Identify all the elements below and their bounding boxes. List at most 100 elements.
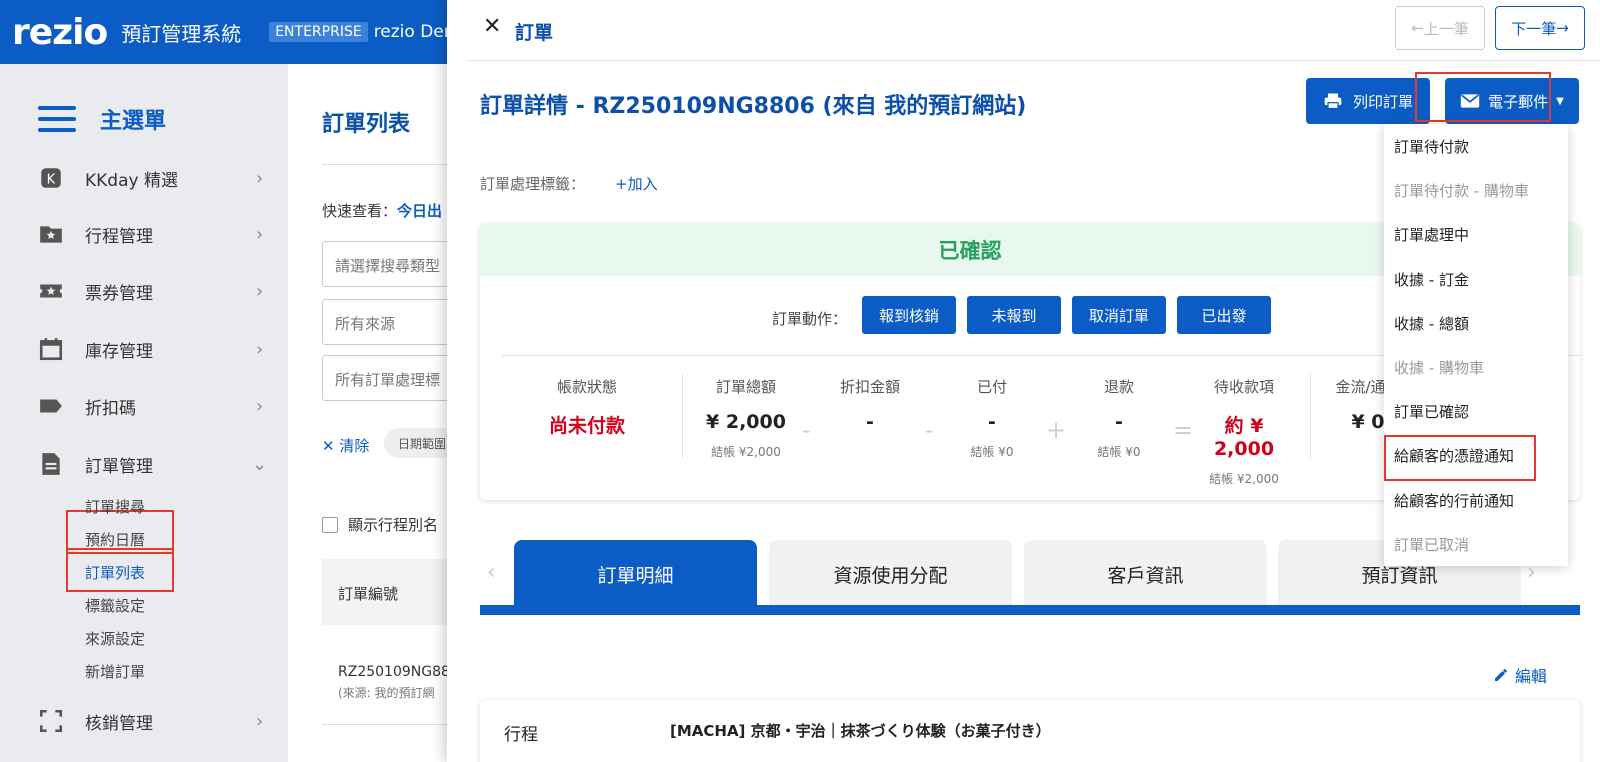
tab-scroll-left-icon[interactable]: ‹	[487, 560, 496, 585]
sidebar-item-discount[interactable]: 折扣碼 ›	[0, 386, 288, 426]
paid-value: -	[988, 411, 996, 433]
brand-logo[interactable]: rezio	[12, 12, 108, 53]
hamburger-icon[interactable]	[38, 106, 76, 132]
tab-order-details[interactable]: 訂單明細	[514, 540, 757, 608]
quick-view: 快速查看：今日出	[322, 200, 442, 221]
highlight-box	[1415, 72, 1551, 122]
edit-button[interactable]: 編輯	[1493, 663, 1547, 687]
sidebar-item-label: 核銷管理	[85, 713, 153, 734]
table-header-order-no: 訂單編號	[322, 559, 462, 625]
sidebar-item-tickets[interactable]: 票券管理 ›	[0, 271, 288, 311]
check-in-button[interactable]: 報到核銷	[862, 296, 956, 334]
sidebar-item-label: 訂單管理	[85, 456, 153, 477]
next-order-button[interactable]: 下一筆 →	[1495, 6, 1585, 50]
folder-star-icon	[40, 226, 62, 243]
discount-label: 折扣金額	[839, 378, 900, 396]
chevron-right-icon: ›	[256, 710, 264, 732]
divider	[467, 60, 1600, 61]
menu-item-processing[interactable]: 訂單處理中	[1394, 224, 1469, 245]
minus-sign: -	[802, 416, 811, 444]
checkbox-box[interactable]	[322, 516, 338, 533]
sidebar-item-label: 行程管理	[85, 226, 153, 247]
total-value: ¥ 2,000	[706, 411, 786, 433]
order-list-panel: 訂單列表 快速查看：今日出 請選擇搜尋類型 所有來源 所有訂單處理標 ✕ 清除 …	[288, 64, 464, 762]
order-detail-card: 行程 [MACHA] 京都・宇治｜抹茶づくり体験（お菓子付き）	[480, 700, 1580, 762]
menu-item-receipt-deposit[interactable]: 收據 - 訂金	[1394, 269, 1469, 290]
plus-sign: +	[1046, 416, 1067, 444]
refund-value: -	[1115, 411, 1123, 433]
divider	[1310, 374, 1311, 458]
departed-button[interactable]: 已出發	[1177, 296, 1271, 334]
chevron-right-icon: ›	[256, 280, 264, 302]
equals-sign: =	[1173, 416, 1194, 444]
row-source: (來源: 我的預訂網	[338, 686, 435, 700]
pencil-icon	[1495, 669, 1507, 681]
sidebar-item-kkday[interactable]: K KKday 精選 ›	[0, 158, 288, 198]
sidebar-item-trips[interactable]: 行程管理 ›	[0, 214, 288, 254]
divider	[322, 724, 462, 725]
divider	[322, 164, 452, 165]
print-order-button[interactable]: 列印訂單	[1306, 78, 1430, 124]
discount: 折扣金額 -	[830, 376, 910, 433]
kkday-icon: K	[41, 168, 61, 188]
svg-text:K: K	[47, 172, 56, 187]
sidebar-item-orders[interactable]: 訂單管理 ⌄	[0, 444, 288, 484]
table-row[interactable]: RZ250109NG88 (來源: 我的預訂網	[338, 664, 450, 701]
add-tag-button[interactable]: +加入	[615, 173, 658, 194]
divider	[682, 374, 683, 458]
sub-item-source-settings[interactable]: 來源設定	[85, 628, 145, 649]
cancel-order-button[interactable]: 取消訂單	[1072, 296, 1166, 334]
tab-resource-allocation[interactable]: 資源使用分配	[769, 540, 1012, 608]
paid: 已付 - 結帳 ¥0	[958, 376, 1026, 460]
pending-label: 待收款項	[1213, 378, 1274, 396]
menu-item-receipt-total[interactable]: 收據 - 總額	[1394, 313, 1469, 334]
menu-item-order-cancelled: 訂單已取消	[1394, 536, 1470, 554]
sidebar-item-inventory[interactable]: 庫存管理 ›	[0, 329, 288, 369]
arrow-left-icon: ←	[1411, 19, 1424, 37]
no-show-button[interactable]: 未報到	[967, 296, 1061, 334]
tab-customer-info[interactable]: 客戶資訊	[1024, 540, 1267, 608]
search-type-select[interactable]: 請選擇搜尋類型	[322, 241, 462, 287]
sidebar-item-label: KKday 精選	[85, 170, 178, 191]
order-detail-title: 訂單詳情 - RZ250109NG8806 (來自 我的預訂網站)	[480, 94, 1027, 119]
chevron-right-icon: ›	[256, 223, 264, 245]
arrow-right-icon: →	[1556, 19, 1569, 37]
highlight-box	[66, 548, 174, 592]
prev-order-button[interactable]: ← 上一筆	[1395, 6, 1485, 50]
row-order-no[interactable]: RZ250109NG88	[338, 664, 450, 680]
menu-item-pretrip-notice[interactable]: 給顧客的行前通知	[1394, 490, 1514, 511]
highlight-box	[1384, 435, 1536, 481]
chevron-down-icon: ⌄	[252, 453, 268, 475]
order-drawer: ✕ 訂單 ← 上一筆 下一筆 → 訂單詳情 - RZ250109NG8806 (…	[447, 0, 1600, 762]
close-icon[interactable]: ✕	[483, 14, 501, 39]
pending-amount: 待收款項 約 ¥ 2,000 結帳 ¥2,000	[1192, 376, 1296, 487]
clear-filter-button[interactable]: ✕ 清除	[322, 435, 369, 456]
app-title: 預訂管理系統	[121, 21, 242, 46]
scan-icon	[39, 709, 63, 733]
sub-item-order-search[interactable]: 訂單搜尋	[85, 496, 145, 517]
payment-status-value: 尚未付款	[548, 415, 625, 437]
source-select[interactable]: 所有來源	[322, 299, 462, 345]
quick-view-label: 快速查看：	[322, 202, 398, 220]
menu-item-order-confirmed[interactable]: 訂單已確認	[1394, 401, 1469, 422]
tag-label: 訂單處理標籤：	[480, 175, 586, 193]
quick-view-link[interactable]: 今日出	[397, 202, 442, 220]
menu-item-pending-payment[interactable]: 訂單待付款	[1394, 136, 1469, 157]
sub-item-booking-calendar[interactable]: 預約日曆	[85, 529, 145, 550]
paid-label: 已付	[976, 378, 1007, 396]
label-select[interactable]: 所有訂單處理標	[322, 355, 462, 401]
edit-label: 編輯	[1515, 667, 1548, 686]
total-label: 訂單總額	[715, 378, 776, 396]
drawer-title: 訂單	[515, 22, 554, 44]
discount-value: -	[866, 411, 874, 433]
show-alias-checkbox[interactable]: 顯示行程別名	[322, 514, 438, 535]
sub-item-tag-settings[interactable]: 標籤設定	[85, 595, 145, 616]
sidebar-item-label: 庫存管理	[85, 341, 153, 362]
paid-sub: 結帳 ¥0	[970, 445, 1014, 459]
sidebar-item-checkin[interactable]: 核銷管理 ›	[0, 701, 288, 741]
detail-value-trip: [MACHA] 京都・宇治｜抹茶づくり体験（お菓子付き）	[670, 722, 1051, 740]
sub-item-new-order[interactable]: 新增訂單	[85, 661, 145, 682]
chevron-right-icon: ›	[256, 338, 264, 360]
actions-label: 訂單動作：	[772, 310, 848, 328]
calendar-icon	[39, 338, 63, 361]
